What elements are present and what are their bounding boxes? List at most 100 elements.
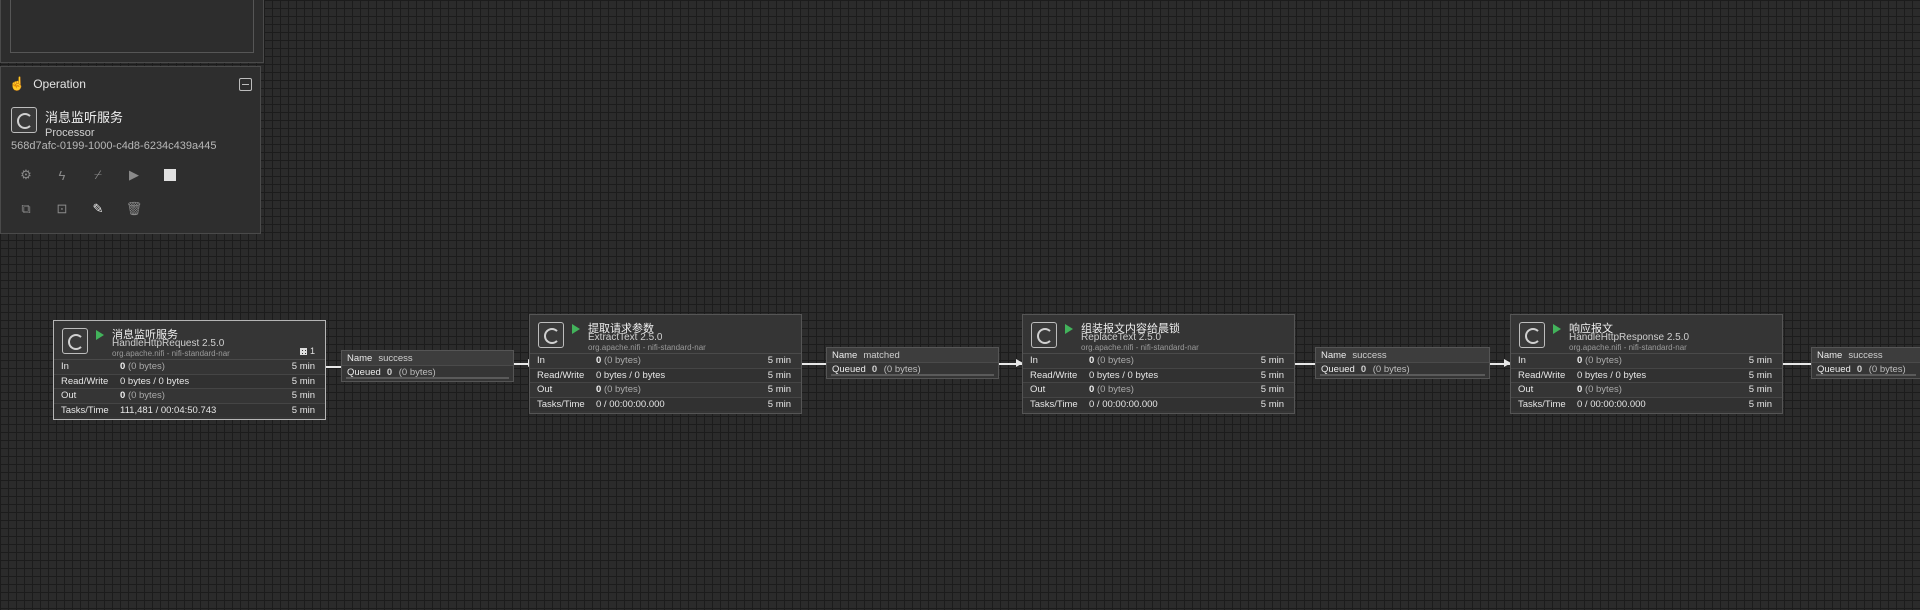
conn-name: matched [863,349,900,361]
connection-label[interactable]: Name matched Queued 0 (0 bytes) [826,347,999,379]
stat-window: 5 min [1748,398,1772,410]
operation-actions-row-2: ⧉ ⊡ ✎ 🗑 [15,199,145,219]
conn-name-label: Name [1817,349,1843,361]
operation-actions-row-1: ⚙ ϟ ⌿ ▶ [15,165,181,185]
processor-node[interactable]: 组装报文内容给晨锁 ReplaceText 2.5.0 org.apache.n… [1022,314,1295,414]
stat-in: 0 (0 bytes) [596,355,641,367]
copy-icon[interactable]: ⧉ [15,199,37,219]
stat-out: 0 (0 bytes) [1089,384,1134,396]
stat-window: 5 min [767,384,791,396]
component-type: Processor [45,127,95,139]
connection-label[interactable]: Name success Queued 0 (0 bytes) [1811,347,1920,379]
stat-label-out: Out [61,390,77,402]
stat-label-rw: Read/Write [61,375,109,387]
connection-label[interactable]: Name success Queued 0 (0 bytes) [1315,347,1490,379]
stat-in: 0 (0 bytes) [120,361,165,373]
queue-bar [831,374,994,376]
start-icon[interactable]: ▶ [123,165,145,185]
conn-name-label: Name [1321,349,1347,361]
operation-panel: ☝ Operation 消息监听服务 Processor 568d7afc-01… [0,66,261,234]
processor-bundle: org.apache.nifi - nifi-standard-nar [588,343,706,352]
operation-header: ☝ Operation [9,74,252,94]
thread-icon [299,347,307,355]
stat-tasks: 111,481 / 00:04:50.743 [120,404,217,416]
stat-window: 5 min [291,375,315,387]
conn-name-label: Name [832,349,858,361]
running-icon [572,324,580,334]
stat-label-rw: Read/Write [1518,369,1566,381]
stat-window: 5 min [1748,369,1772,381]
processor-type: ExtractText 2.5.0 [588,332,663,343]
stat-label-in: In [1518,355,1526,367]
queue-bar [1320,374,1485,376]
processor-type: HandleHttpResponse 2.5.0 [1569,332,1690,343]
running-icon [1065,324,1073,334]
stat-window: 5 min [1260,369,1284,381]
active-threads: 1 [299,346,315,356]
conn-name: success [378,352,413,364]
processor-bundle: org.apache.nifi - nifi-standard-nar [112,349,230,358]
stat-window: 5 min [767,398,791,410]
stat-window: 5 min [1748,355,1772,367]
stat-in: 0 (0 bytes) [1089,355,1134,367]
stat-window: 5 min [1260,384,1284,396]
connection-line [1295,363,1315,365]
stat-tasks: 0 / 00:00:00.000 [1089,398,1158,410]
processor-icon [1519,322,1545,348]
connection-line [1783,363,1811,365]
component-id: 568d7afc-0199-1000-c4d8-6234c439a445 [11,140,217,152]
conn-name: success [1848,349,1883,361]
running-icon [96,330,104,340]
queue-bar [1816,374,1916,376]
stat-label-tasks: Tasks/Time [1030,398,1078,410]
disable-icon[interactable]: ⌿ [87,165,109,185]
navigator-panel [0,0,264,63]
stat-in: 0 (0 bytes) [1577,355,1622,367]
processor-bundle: org.apache.nifi - nifi-standard-nar [1569,343,1687,352]
navigator-viewport[interactable] [10,0,254,53]
stat-window: 5 min [767,355,791,367]
lightning-icon[interactable]: ϟ [51,165,73,185]
processor-icon [538,322,564,348]
delete-icon[interactable]: 🗑 [123,199,145,219]
processor-node[interactable]: 响应报文 HandleHttpResponse 2.5.0 org.apache… [1510,314,1783,414]
stat-out: 0 (0 bytes) [1577,384,1622,396]
connection-line [514,363,529,365]
processor-bundle: org.apache.nifi - nifi-standard-nar [1081,343,1199,352]
stat-out: 0 (0 bytes) [596,384,641,396]
stat-label-tasks: Tasks/Time [1518,398,1566,410]
queue-bar [346,377,509,379]
stat-window: 5 min [767,369,791,381]
stat-tasks: 0 / 00:00:00.000 [1577,398,1646,410]
stat-label-tasks: Tasks/Time [61,404,109,416]
stat-rw: 0 bytes / 0 bytes [1577,369,1647,381]
collapse-icon[interactable] [239,77,252,91]
component-name: 消息监听服务 [45,110,124,125]
stat-window: 5 min [291,390,315,402]
stat-label-tasks: Tasks/Time [537,398,585,410]
stat-label-out: Out [537,384,553,396]
stop-icon[interactable] [159,165,181,185]
group-icon[interactable]: ⊡ [51,199,73,219]
stat-label-in: In [1030,355,1038,367]
connection-line [802,363,826,365]
operation-title: Operation [33,77,86,91]
running-icon [1553,324,1561,334]
gear-icon[interactable]: ⚙ [15,165,37,185]
processor-type: ReplaceText 2.5.0 [1081,332,1162,343]
processor-type: HandleHttpRequest 2.5.0 [112,338,225,349]
processor-node[interactable]: 提取请求参数 ExtractText 2.5.0 org.apache.nifi… [529,314,802,414]
connection-label[interactable]: Name success Queued 0 (0 bytes) [341,350,514,382]
processor-node[interactable]: 消息监听服务 HandleHttpRequest 2.5.0 org.apach… [53,320,326,420]
stat-rw: 0 bytes / 0 bytes [596,369,666,381]
stat-window: 5 min [1748,384,1772,396]
stat-tasks: 0 / 00:00:00.000 [596,398,665,410]
selected-component: 消息监听服务 Processor [11,107,123,139]
stat-window: 5 min [291,404,315,416]
processor-icon [1031,322,1057,348]
color-brush-icon[interactable]: ✎ [87,199,109,219]
stat-label-out: Out [1030,384,1046,396]
conn-name-label: Name [347,352,373,364]
stat-window: 5 min [1260,398,1284,410]
processor-icon [62,328,88,354]
